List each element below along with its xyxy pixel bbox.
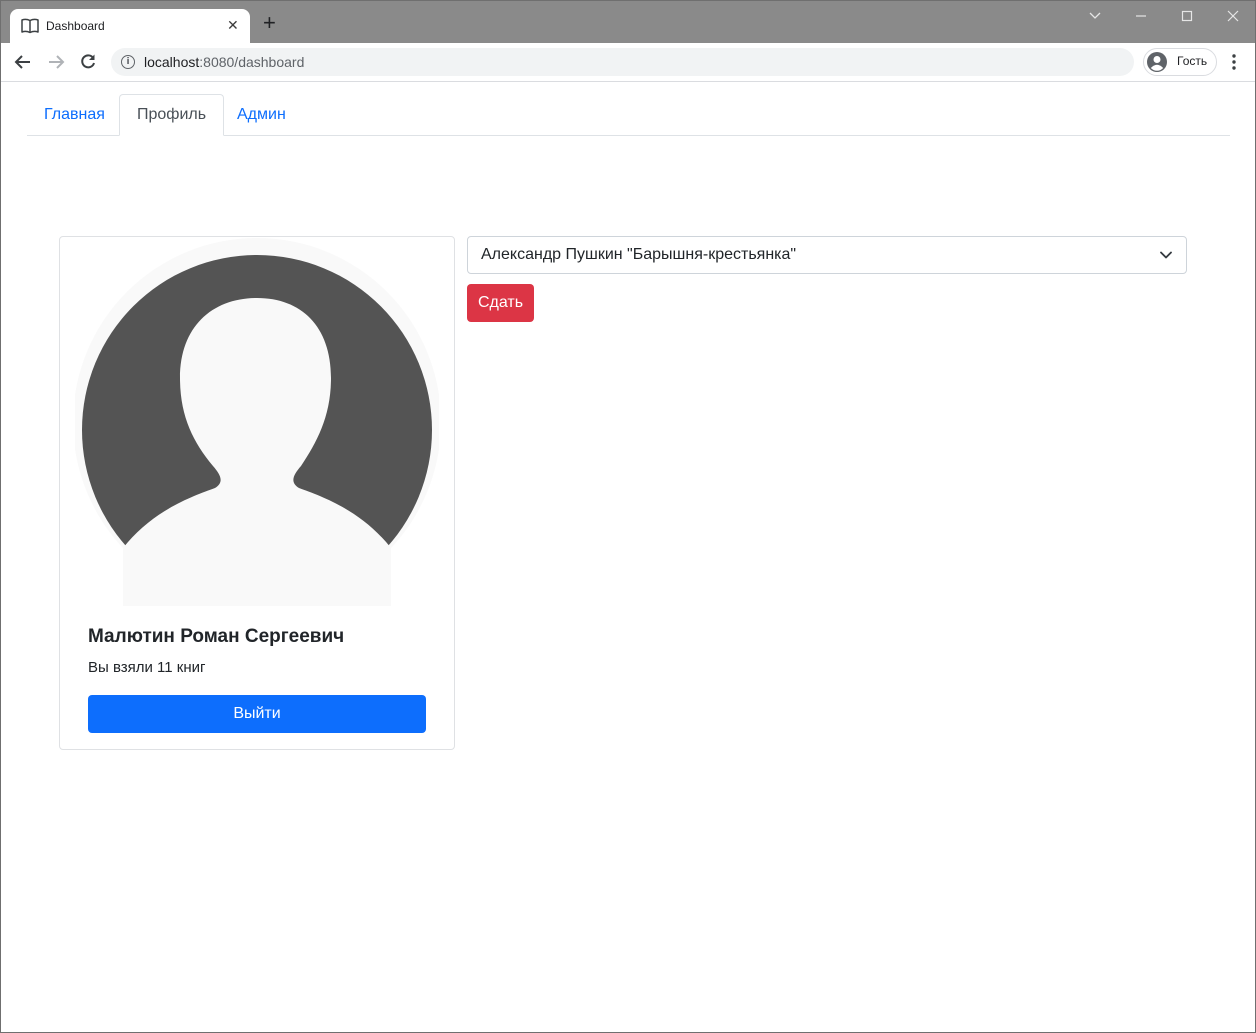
back-arrow-icon[interactable] — [13, 52, 33, 72]
address-bar[interactable]: i localhost:8080/dashboard — [111, 48, 1134, 76]
user-full-name: Малютин Роман Сергеевич — [88, 626, 345, 647]
tab-home[interactable]: Главная — [27, 94, 122, 135]
browser-tab[interactable]: Dashboard ✕ — [10, 9, 250, 43]
return-book-button[interactable]: Сдать — [467, 284, 534, 322]
tab-title: Dashboard — [46, 19, 105, 33]
maximize-icon[interactable] — [1177, 9, 1197, 23]
browser-window: Dashboard ✕ + i localhost:8080/dashboard… — [0, 0, 1256, 1033]
forward-arrow-icon[interactable] — [46, 52, 66, 72]
profile-button[interactable]: Гость — [1143, 48, 1217, 76]
tab-search-icon[interactable] — [1085, 9, 1105, 23]
reload-icon[interactable] — [78, 52, 98, 72]
tab-profile[interactable]: Профиль — [119, 94, 225, 136]
book-select[interactable]: Александр Пушкин "Барышня-крестьянка" — [467, 236, 1187, 274]
page-content: Главная Профиль Админ Малютин Роман Серг… — [1, 82, 1255, 1032]
title-bar: Dashboard ✕ + — [1, 1, 1255, 43]
url-text: localhost:8080/dashboard — [144, 54, 305, 70]
books-taken-text: Вы взяли 11 книг — [88, 659, 206, 676]
more-menu-icon[interactable] — [1227, 52, 1241, 72]
profile-label: Гость — [1177, 54, 1208, 68]
nav-tabs: Главная Профиль Админ — [27, 94, 1230, 136]
user-avatar-image — [75, 238, 439, 606]
close-tab-icon[interactable]: ✕ — [227, 17, 239, 34]
new-tab-icon[interactable]: + — [263, 12, 276, 34]
chevron-down-icon — [1160, 251, 1172, 259]
site-info-icon[interactable]: i — [121, 55, 135, 69]
browser-toolbar: i localhost:8080/dashboard Гость — [1, 43, 1255, 82]
guest-avatar-icon — [1147, 52, 1167, 72]
book-icon — [21, 18, 39, 34]
close-window-icon[interactable] — [1223, 9, 1243, 23]
logout-button[interactable]: Выйти — [88, 695, 426, 733]
tab-admin[interactable]: Админ — [220, 94, 303, 135]
profile-card: Малютин Роман Сергеевич Вы взяли 11 книг… — [59, 236, 455, 750]
minimize-icon[interactable] — [1131, 9, 1151, 23]
selected-book-text: Александр Пушкин "Барышня-крестьянка" — [481, 246, 797, 263]
